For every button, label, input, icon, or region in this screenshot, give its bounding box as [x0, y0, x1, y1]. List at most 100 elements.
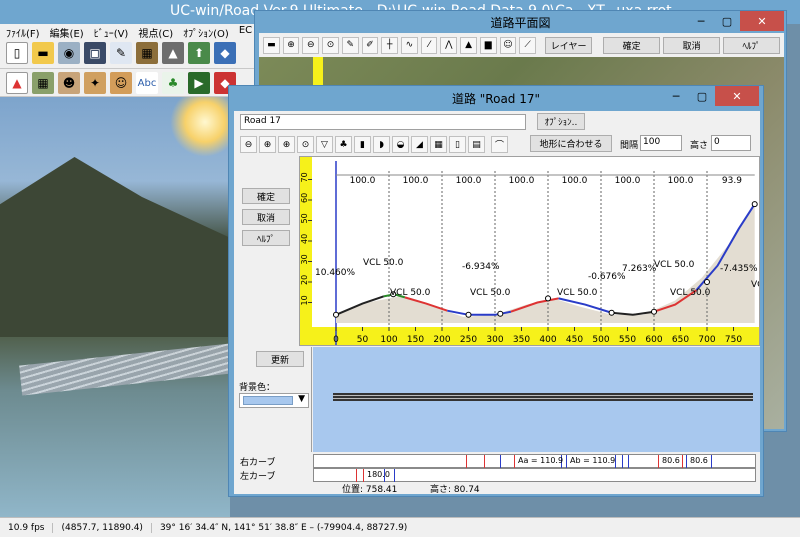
- options-button[interactable]: ｵﾌﾟｼｮﾝ..: [537, 113, 585, 130]
- update-button[interactable]: 更新: [256, 351, 304, 367]
- x-tick-label: 300: [486, 335, 503, 345]
- left-curve-strip[interactable]: 180.0: [313, 468, 756, 482]
- terrain-grid-icon[interactable]: ▦: [136, 42, 158, 64]
- app-statusbar: 10.9 fps (4857.7, 11890.4) 39° 16′ 34.4″…: [0, 517, 800, 537]
- menu-file[interactable]: ﾌｧｲﾙ(F): [6, 25, 40, 40]
- zoom-in-icon[interactable]: ⊕: [282, 36, 300, 54]
- open-folder-icon[interactable]: ▬: [32, 42, 54, 64]
- right-curve-strip[interactable]: Aa = 110.9 Ab = 110.9 80.6 80.6: [313, 454, 756, 468]
- model-icon[interactable]: ▦: [32, 72, 54, 94]
- car-icon[interactable]: ◆: [214, 42, 236, 64]
- help-button[interactable]: ﾍﾙﾌﾟ: [242, 230, 290, 246]
- document-icon[interactable]: ▯: [449, 136, 466, 153]
- interval-label: 100.0: [509, 176, 535, 186]
- bridge-icon[interactable]: ◒: [392, 136, 409, 153]
- zoom-fit-icon[interactable]: ⊙: [297, 136, 314, 153]
- confirm-button[interactable]: 確定: [242, 188, 290, 204]
- filter-icon[interactable]: ▽: [316, 136, 333, 153]
- people-icon[interactable]: ☺: [499, 36, 517, 54]
- tunnel-icon[interactable]: ◗: [373, 136, 390, 153]
- database-icon[interactable]: ◉: [58, 42, 80, 64]
- new-file-icon[interactable]: ▯: [6, 42, 28, 64]
- split-icon[interactable]: ┼: [381, 36, 399, 54]
- cancel-button[interactable]: 取消: [242, 209, 290, 225]
- minimize-button[interactable]: ─: [688, 11, 714, 31]
- profile-panel[interactable]: 10 20 30 40 50 60 70 0 50 100 150 200 250 300 350 400 45…: [299, 156, 760, 346]
- scenario-icon[interactable]: ✦: [84, 72, 106, 94]
- zoom-out-icon[interactable]: ⊖: [240, 136, 257, 153]
- fit-to-terrain-button[interactable]: 地形に合わせる: [530, 135, 612, 152]
- x-tick-label: 250: [460, 335, 477, 345]
- paint-icon[interactable]: ▮: [354, 136, 371, 153]
- menu-ec[interactable]: EC: [239, 25, 252, 39]
- close-button[interactable]: ✕: [715, 86, 759, 106]
- curve-icon[interactable]: ∿: [401, 36, 418, 54]
- save-icon[interactable]: ▣: [84, 42, 106, 64]
- x-tick-label: 400: [539, 335, 556, 345]
- plan-confirm-button[interactable]: 確定: [603, 36, 661, 54]
- close-button[interactable]: ✕: [740, 11, 784, 31]
- bg-color-select[interactable]: ▼: [239, 393, 309, 408]
- chart-icon[interactable]: ▆: [479, 36, 497, 54]
- x-tick-label: 350: [513, 335, 530, 345]
- y-tick-label: 50: [300, 213, 309, 223]
- zoom-in-x-icon[interactable]: ⊕: [278, 136, 295, 153]
- vcl-label: VCL 50.0: [670, 288, 711, 298]
- profile-toolbar: ⊖ ⊕ ⊕ ⊙ ▽ ♣ ▮ ◗ ◒ ◢ ▦ ▯ ▤ ⌒: [240, 136, 508, 154]
- interval-label: 93.9: [722, 176, 742, 186]
- road-dialog-controls: ─ ▢ ✕: [663, 86, 759, 106]
- terrain-icon[interactable]: ▦: [430, 136, 447, 153]
- pencil-icon[interactable]: ✎: [110, 42, 132, 64]
- open-folder-icon[interactable]: ▬: [263, 36, 280, 54]
- curve-marker: [466, 455, 467, 468]
- maximize-button[interactable]: ▢: [714, 11, 740, 31]
- warning-sign-icon[interactable]: ▲: [6, 72, 28, 94]
- tree-icon[interactable]: ♣: [162, 72, 184, 94]
- cross-section-view[interactable]: [313, 347, 760, 452]
- zoom-in-icon[interactable]: ⊕: [259, 136, 276, 153]
- road-icon[interactable]: ▲: [162, 42, 184, 64]
- vcl-label: VCL 50.0: [654, 260, 695, 270]
- x-tick-label: 100: [380, 335, 397, 345]
- grade-icon[interactable]: ⌒: [491, 136, 508, 153]
- person-icon[interactable]: ☻: [58, 72, 80, 94]
- text-abc-icon[interactable]: Abc: [136, 72, 158, 94]
- minimize-button[interactable]: ─: [663, 86, 689, 106]
- pencil-icon[interactable]: ✎: [341, 36, 359, 54]
- layer-button[interactable]: レイヤー: [545, 36, 593, 54]
- zoom-out-icon[interactable]: ⊖: [302, 36, 320, 54]
- terrain-icon[interactable]: ▲: [460, 36, 477, 54]
- maximize-button[interactable]: ▢: [689, 86, 715, 106]
- app-menubar: ﾌｧｲﾙ(F) 編集(E) ﾋﾞｭｰ(V) 視点(C) ｵﾌﾟｼｮﾝ(O) EC: [0, 24, 260, 40]
- slope-icon[interactable]: ◢: [411, 136, 428, 153]
- print-icon[interactable]: ▤: [468, 136, 485, 153]
- grade-label: -0.676%: [588, 272, 626, 282]
- 3d-view[interactable]: [0, 97, 230, 517]
- people-icon[interactable]: ☺: [110, 72, 132, 94]
- line-icon[interactable]: ⁄: [420, 36, 438, 54]
- movie-icon[interactable]: ▶: [188, 72, 210, 94]
- interval-input[interactable]: 100: [640, 135, 682, 151]
- insert-icon[interactable]: ⋀: [440, 36, 458, 54]
- sign-icon[interactable]: ⬆: [188, 42, 210, 64]
- edit-icon[interactable]: ✐: [361, 36, 379, 54]
- road-name-input[interactable]: Road 17: [240, 114, 526, 130]
- tree-icon[interactable]: ♣: [335, 136, 352, 153]
- measure-icon[interactable]: ⟋: [519, 36, 537, 54]
- bg-color-label: 背景色：: [239, 383, 276, 393]
- plan-help-button[interactable]: ﾍﾙﾌﾟ: [723, 36, 780, 54]
- curve-marker: [500, 455, 501, 468]
- zoom-fit-icon[interactable]: ⊙: [322, 36, 339, 54]
- menu-edit[interactable]: 編集(E): [50, 25, 84, 40]
- profile-graph[interactable]: 102030405060700 50 100 150 200 250 300 350 400 45…: [300, 157, 759, 345]
- height-input[interactable]: 0: [711, 135, 751, 151]
- side-buttons: 確定 取消 ﾍﾙﾌﾟ: [242, 188, 292, 251]
- menu-viewpoint[interactable]: 視点(C): [138, 25, 173, 40]
- plan-cancel-button[interactable]: 取消: [663, 36, 721, 54]
- grade-label: 7.263%: [622, 264, 657, 274]
- menu-view[interactable]: ﾋﾞｭｰ(V): [94, 25, 129, 40]
- menu-option[interactable]: ｵﾌﾟｼｮﾝ(O): [183, 25, 229, 40]
- height-label: 高さ: [690, 141, 709, 151]
- vcl-label: VCL 50.0: [363, 258, 404, 268]
- plan-toolbar: ▬ ⊕ ⊖ ⊙ ✎ ✐ ┼ ∿ ⁄ ⋀ ▲ ▆ ☺ ⟋ レイヤー 確定 取消 ﾍ…: [259, 33, 784, 57]
